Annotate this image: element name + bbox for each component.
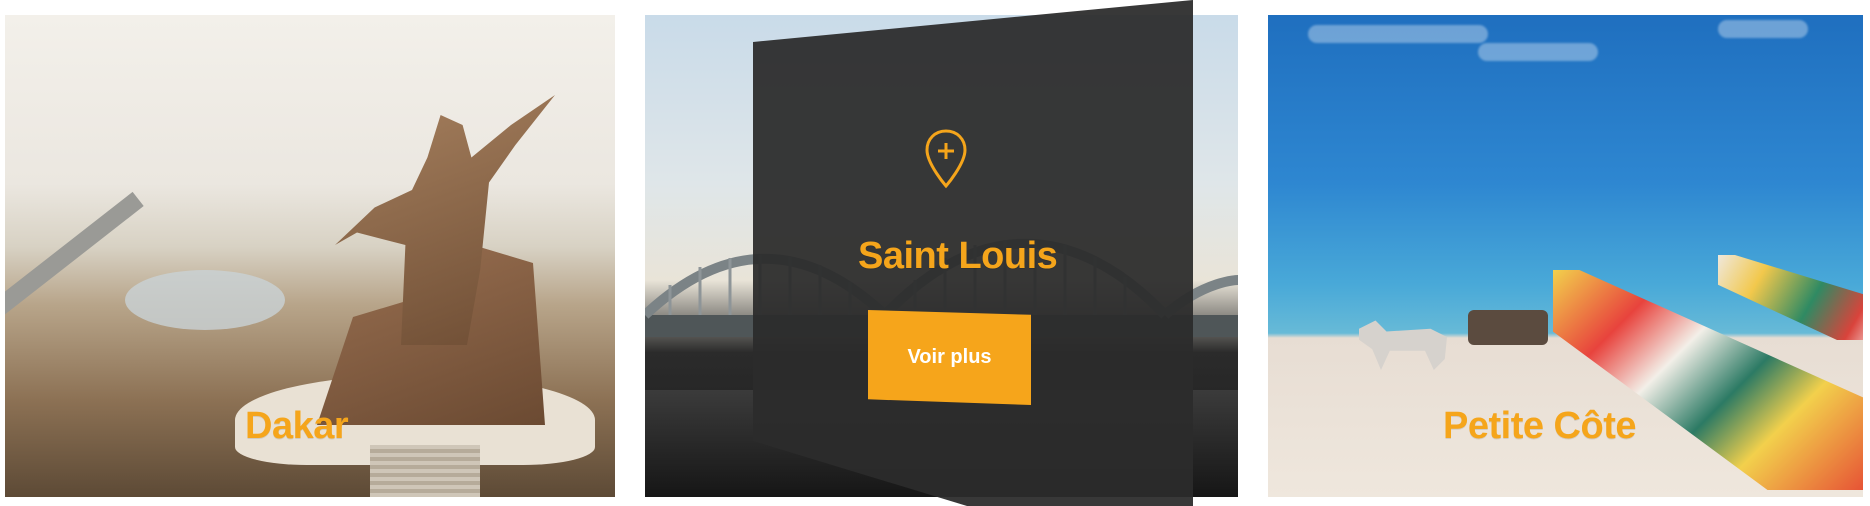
cloud-shape bbox=[1308, 25, 1488, 43]
destination-title: Saint Louis bbox=[858, 235, 1058, 277]
cloud-shape bbox=[1718, 20, 1808, 38]
see-more-button[interactable]: Voir plus bbox=[868, 310, 1031, 405]
destination-title: Dakar bbox=[245, 405, 349, 447]
cart-shape bbox=[1468, 310, 1548, 345]
dakar-steps-shape bbox=[370, 445, 480, 497]
destination-card-petite-cote[interactable]: Petite Côte bbox=[1268, 15, 1863, 497]
cloud-shape bbox=[1478, 43, 1598, 61]
fishing-boat-shape bbox=[1718, 255, 1863, 340]
location-pin-plus-icon bbox=[925, 129, 967, 189]
destination-card-saint-louis[interactable]: Saint Louis Voir plus bbox=[645, 0, 1238, 506]
destination-cards: Dakar Saint Louis Voir plus Petite Côte bbox=[0, 0, 1870, 506]
dakar-sea-shape bbox=[125, 270, 285, 330]
dakar-road-shape bbox=[5, 191, 144, 330]
destination-card-dakar[interactable]: Dakar bbox=[5, 15, 615, 497]
destination-title: Petite Côte bbox=[1443, 405, 1636, 447]
horse-shape bbox=[1359, 320, 1447, 370]
